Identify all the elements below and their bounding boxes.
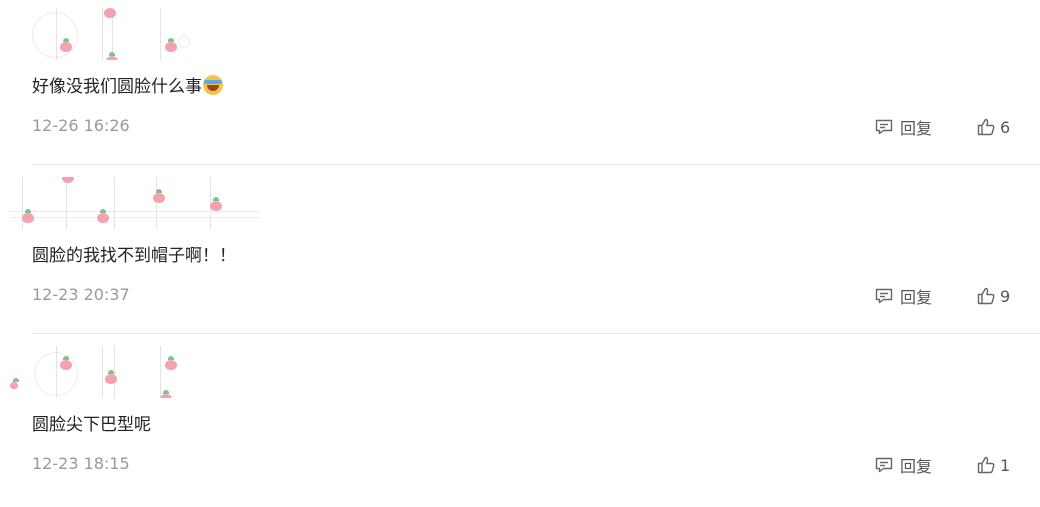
like-button[interactable]: 9 <box>976 285 1010 307</box>
thumbs-up-icon <box>977 456 995 474</box>
laughing-tears-emoji-icon <box>203 74 223 95</box>
reply-button[interactable]: 回复 <box>874 285 932 307</box>
reply-label: 回复 <box>900 288 933 307</box>
comment-body: 圆脸尖下巴型呢 <box>32 415 151 435</box>
like-button[interactable]: 6 <box>976 116 1010 138</box>
reply-button[interactable]: 回复 <box>874 454 932 476</box>
thumbs-up-icon <box>977 118 995 136</box>
thumbs-up-icon <box>977 287 995 305</box>
reply-label: 回复 <box>900 119 933 138</box>
comment-item: 好像没我们圆脸什么事 12-26 16:26 回复 6 <box>0 0 1040 169</box>
comment-time: 12-26 16:26 <box>32 116 130 135</box>
comment-item: 圆脸的我找不到帽子啊！！ 12-23 20:37 回复 9 <box>0 169 1040 338</box>
comment-icon <box>875 288 893 304</box>
comment-time: 12-23 18:15 <box>32 454 130 473</box>
reply-label: 回复 <box>900 457 933 476</box>
comment-time: 12-23 20:37 <box>32 285 130 304</box>
like-button[interactable]: 1 <box>976 454 1010 476</box>
divider <box>32 333 1040 334</box>
like-count: 6 <box>1000 117 1011 137</box>
comment-icon <box>875 457 893 473</box>
avatar-decoration <box>10 177 260 229</box>
comment-text: 圆脸尖下巴型呢 <box>32 410 151 435</box>
like-count: 1 <box>1000 455 1011 475</box>
comment-item: 圆脸尖下巴型呢 12-23 18:15 回复 1 <box>0 338 1040 507</box>
like-count: 9 <box>1000 286 1011 306</box>
comment-text: 圆脸的我找不到帽子啊！！ <box>32 241 236 266</box>
divider <box>32 164 1040 165</box>
reply-button[interactable]: 回复 <box>874 116 932 138</box>
comment-body: 圆脸的我找不到帽子啊！！ <box>32 246 236 266</box>
comment-body: 好像没我们圆脸什么事 <box>32 77 202 97</box>
comment-text: 好像没我们圆脸什么事 <box>32 72 223 97</box>
avatar-decoration <box>10 8 260 60</box>
comment-icon <box>875 119 893 135</box>
avatar-decoration <box>10 346 260 398</box>
